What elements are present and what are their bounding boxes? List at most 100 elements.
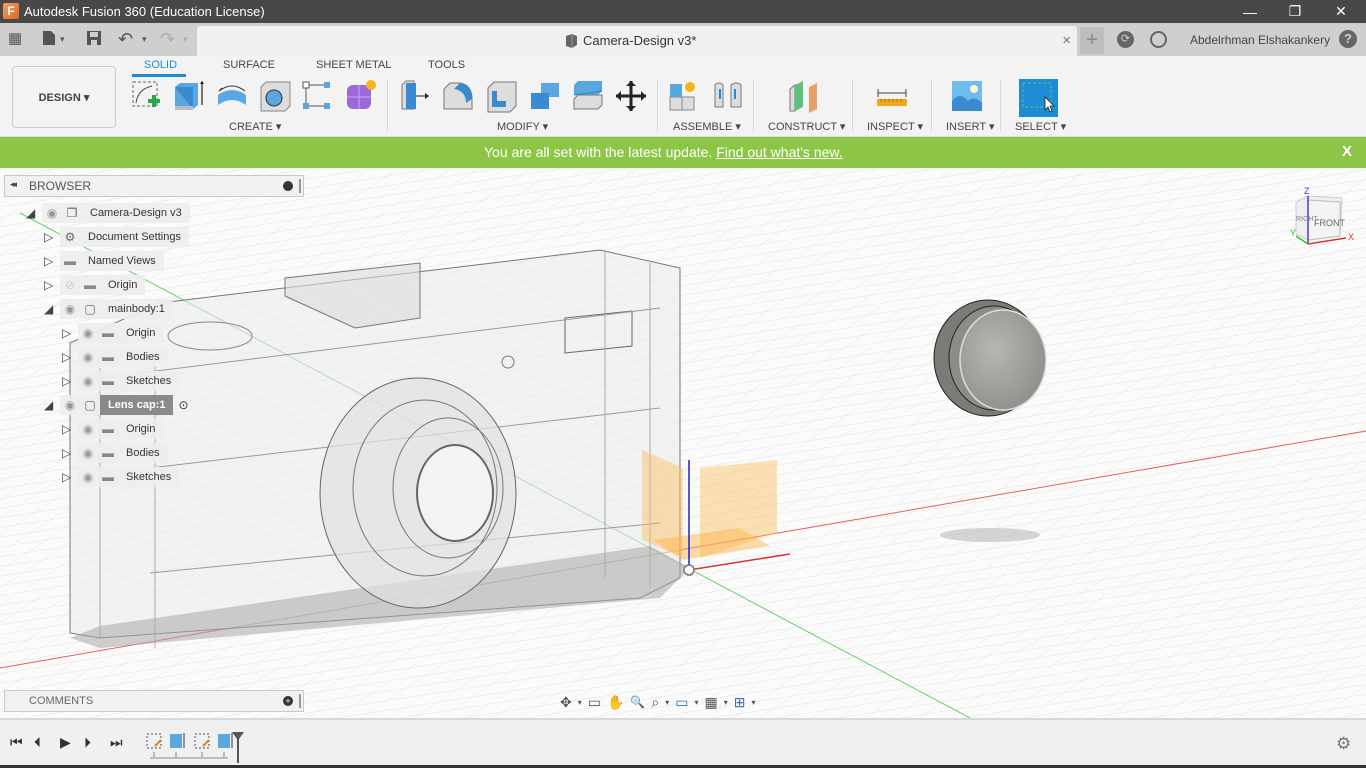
browser-item[interactable]: ◉ ▬ Sketches: [78, 371, 180, 391]
pan-icon[interactable]: ✋: [607, 694, 624, 711]
canvas-scene[interactable]: [0, 168, 1366, 718]
3d-viewport[interactable]: FRONT RIGHT Z X Y: [0, 168, 1366, 718]
step-back-button[interactable]: ⏴: [34, 734, 41, 751]
browser-item-label[interactable]: Sketches: [118, 467, 180, 487]
window-select-button[interactable]: [1019, 79, 1058, 117]
visibility-eye-icon[interactable]: ◉: [78, 443, 98, 463]
extensions-icon[interactable]: ⟳: [1117, 31, 1134, 48]
viewports-dropdown[interactable]: ▾: [751, 698, 755, 707]
browser-item-label[interactable]: Camera-Design v3: [82, 203, 190, 223]
browser-item[interactable]: ◉ ▬ Origin: [78, 419, 164, 439]
add-comment-button[interactable]: +: [283, 696, 293, 706]
workspace-switcher[interactable]: DESIGN ▾: [12, 66, 116, 128]
browser-item[interactable]: ◉ ▬ Bodies: [78, 443, 168, 463]
activate-component-radio[interactable]: ⊙: [173, 395, 193, 415]
browser-item[interactable]: ⊘ ▬ Origin: [60, 275, 146, 295]
fillet-icon[interactable]: [441, 79, 475, 113]
browser-item[interactable]: ▬ Named Views: [60, 251, 164, 271]
browser-item[interactable]: ◉ ▬ Sketches: [78, 467, 180, 487]
undo-dropdown[interactable]: ▾: [142, 30, 147, 48]
go-to-start-button[interactable]: ⏮: [10, 734, 23, 751]
look-at-icon[interactable]: ▭: [588, 694, 601, 711]
viewcube[interactable]: FRONT RIGHT Z X Y: [1282, 186, 1362, 250]
browser-item-label[interactable]: Origin: [100, 275, 146, 295]
move-copy-icon[interactable]: [614, 79, 648, 113]
insert-image-icon[interactable]: [950, 79, 984, 113]
browser-item-label[interactable]: Bodies: [118, 443, 168, 463]
collapse-node-toggle[interactable]: ◢: [44, 395, 56, 415]
save-icon[interactable]: [86, 30, 102, 51]
new-tab-button[interactable]: +: [1080, 27, 1104, 54]
collapse-node-toggle[interactable]: ◢: [26, 203, 38, 223]
camera-lens[interactable]: [319, 377, 517, 609]
create-form-icon[interactable]: [344, 79, 378, 113]
visibility-eye-icon[interactable]: ◉: [42, 203, 62, 223]
redo-icon[interactable]: ↷: [160, 30, 175, 48]
new-component-icon[interactable]: [668, 79, 702, 113]
press-pull-icon[interactable]: [398, 79, 432, 113]
visibility-eye-icon[interactable]: ◉: [78, 371, 98, 391]
play-button[interactable]: ▶: [60, 734, 71, 751]
browser-item-label[interactable]: Origin: [118, 323, 164, 343]
visibility-hidden-icon[interactable]: ⊘: [60, 275, 80, 295]
zoom-icon[interactable]: 🔍: [630, 695, 645, 709]
expand-node-toggle[interactable]: ▷: [62, 467, 74, 487]
visibility-eye-icon[interactable]: ◉: [78, 467, 98, 487]
browser-item[interactable]: ◉ ▬ Bodies: [78, 347, 168, 367]
visibility-eye-icon[interactable]: ◉: [78, 347, 98, 367]
offset-plane-icon[interactable]: [787, 79, 821, 113]
go-to-end-button[interactable]: ⏭: [110, 734, 123, 751]
grid-settings-icon[interactable]: ▦: [704, 694, 717, 711]
measure-icon[interactable]: [875, 79, 909, 113]
comments-resize-handle[interactable]: [299, 694, 301, 708]
expand-node-toggle[interactable]: ▷: [62, 347, 74, 367]
browser-item[interactable]: ◉ ▢ Lens cap:1 ⊙: [60, 395, 193, 415]
viewports-icon[interactable]: ⊞: [734, 694, 746, 711]
visibility-eye-icon[interactable]: ◉: [78, 323, 98, 343]
expand-node-toggle[interactable]: ▷: [62, 419, 74, 439]
viewcube-side-face[interactable]: RIGHT: [1296, 216, 1318, 223]
orbit-dropdown[interactable]: ▾: [578, 698, 582, 707]
timeline-feature-sketch[interactable]: [194, 733, 210, 749]
orbit-icon[interactable]: ✥: [560, 694, 572, 711]
expand-node-toggle[interactable]: ▷: [44, 275, 56, 295]
tab-tools[interactable]: TOOLS: [428, 59, 465, 71]
browser-item-label[interactable]: Bodies: [118, 347, 168, 367]
close-banner-button[interactable]: X: [1342, 143, 1352, 160]
document-tab[interactable]: Camera-Design v3* ×: [197, 26, 1077, 56]
joint-icon[interactable]: [711, 79, 745, 113]
assemble-group-menu[interactable]: ASSEMBLE ▾: [673, 120, 741, 133]
browser-resize-handle[interactable]: [299, 179, 301, 193]
create-group-menu[interactable]: CREATE ▾: [229, 120, 281, 133]
visibility-eye-icon[interactable]: ◉: [78, 419, 98, 439]
file-menu-dropdown[interactable]: ▾: [60, 30, 65, 48]
display-settings-icon[interactable]: ▭: [675, 694, 688, 711]
modify-group-menu[interactable]: MODIFY ▾: [497, 120, 548, 133]
create-sketch-icon[interactable]: [130, 79, 164, 113]
browser-item[interactable]: ◉ ❒ Camera-Design v3: [42, 203, 190, 223]
grid-dropdown[interactable]: ▾: [724, 698, 728, 707]
minimize-button[interactable]: —: [1227, 0, 1273, 23]
tab-surface[interactable]: SURFACE: [223, 59, 275, 71]
combine-icon[interactable]: [528, 79, 562, 113]
select-group-menu[interactable]: SELECT ▾: [1015, 120, 1066, 133]
step-forward-button[interactable]: ⏵: [84, 734, 91, 751]
tab-sheet-metal[interactable]: SHEET METAL: [316, 59, 391, 71]
insert-group-menu[interactable]: INSERT ▾: [946, 120, 995, 133]
hole-icon[interactable]: [258, 79, 292, 113]
file-menu-icon[interactable]: [42, 30, 56, 51]
split-body-icon[interactable]: [571, 79, 605, 113]
timeline-feature-extrude[interactable]: [170, 733, 185, 748]
viewcube-front-face[interactable]: FRONT: [1314, 218, 1345, 228]
minimize-browser-icon[interactable]: [283, 181, 293, 191]
visibility-eye-icon[interactable]: ◉: [60, 395, 80, 415]
browser-item-label[interactable]: Origin: [118, 419, 164, 439]
construct-group-menu[interactable]: CONSTRUCT ▾: [768, 120, 845, 133]
close-tab-button[interactable]: ×: [1062, 32, 1071, 49]
shell-icon[interactable]: [485, 79, 519, 113]
close-window-button[interactable]: ✕: [1318, 0, 1364, 23]
job-status-icon[interactable]: [1150, 31, 1167, 48]
user-account-menu[interactable]: Abdelrhman Elshakankery: [1190, 33, 1330, 47]
expand-node-toggle[interactable]: ▷: [44, 227, 56, 247]
redo-dropdown[interactable]: ▾: [183, 30, 188, 48]
